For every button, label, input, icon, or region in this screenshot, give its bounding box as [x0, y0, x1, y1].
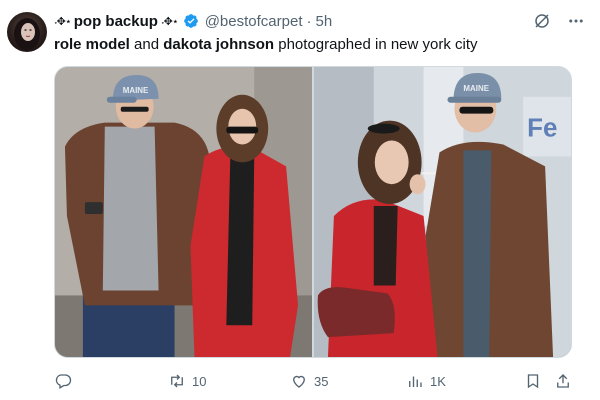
tweet-bold-2: dakota johnson	[163, 36, 275, 53]
avatar[interactable]	[7, 12, 47, 52]
name-decoration-right: ˖✥⋆	[160, 15, 179, 28]
like-icon	[293, 375, 305, 388]
views-button[interactable]: 1K	[406, 372, 446, 390]
retweet-button[interactable]: 10	[168, 372, 206, 390]
tweet-bold-1: role model	[54, 36, 130, 53]
separator-dot: ·	[306, 12, 312, 30]
share-icon	[557, 374, 569, 388]
cap-text-right: MAINE	[463, 84, 489, 93]
views-count: 1K	[430, 373, 446, 389]
like-button[interactable]: 35	[290, 372, 328, 390]
reply-button[interactable]	[54, 372, 78, 390]
bookmark-button[interactable]	[524, 372, 542, 390]
header-actions	[532, 11, 586, 31]
share-button[interactable]	[554, 372, 572, 390]
retweet-count: 10	[192, 373, 207, 389]
grok-icon[interactable]	[532, 11, 552, 31]
bookmark-icon	[527, 374, 539, 389]
photo-left-image: MAINE	[55, 67, 312, 357]
post-time[interactable]: 5h	[315, 13, 332, 30]
tweet-text-2: photographed in new york city	[274, 36, 478, 53]
photo-left[interactable]: MAINE	[55, 67, 312, 357]
media-grid: MAINE Fe MAINE	[54, 66, 572, 358]
cap-text-left: MAINE	[123, 86, 149, 95]
photo-right[interactable]: Fe MAINE	[314, 67, 571, 357]
views-icon	[409, 376, 422, 387]
action-bar: 10 35 1K	[54, 370, 572, 392]
author-name[interactable]: ˖✥⋆ pop backup ˖✥⋆	[54, 13, 199, 30]
display-name[interactable]: pop backup	[74, 13, 158, 30]
name-decoration-left: ˖✥⋆	[54, 15, 72, 28]
like-count: 35	[314, 373, 329, 389]
more-icon[interactable]	[566, 11, 586, 31]
author-handle[interactable]: @bestofcarpet	[205, 13, 303, 30]
avatar-image	[14, 18, 40, 50]
bg-sign-glyph: Fe	[527, 115, 557, 143]
photo-right-image: Fe MAINE	[314, 67, 571, 357]
tweet-text: role model and dakota johnson photograph…	[54, 35, 586, 55]
tweet-text-1: and	[129, 36, 164, 53]
reply-icon	[55, 374, 72, 389]
tweet-header: ˖✥⋆ pop backup ˖✥⋆ @bestofcarpet · 5h	[54, 10, 586, 32]
retweet-icon	[171, 374, 183, 388]
verified-badge-icon[interactable]	[183, 13, 199, 29]
